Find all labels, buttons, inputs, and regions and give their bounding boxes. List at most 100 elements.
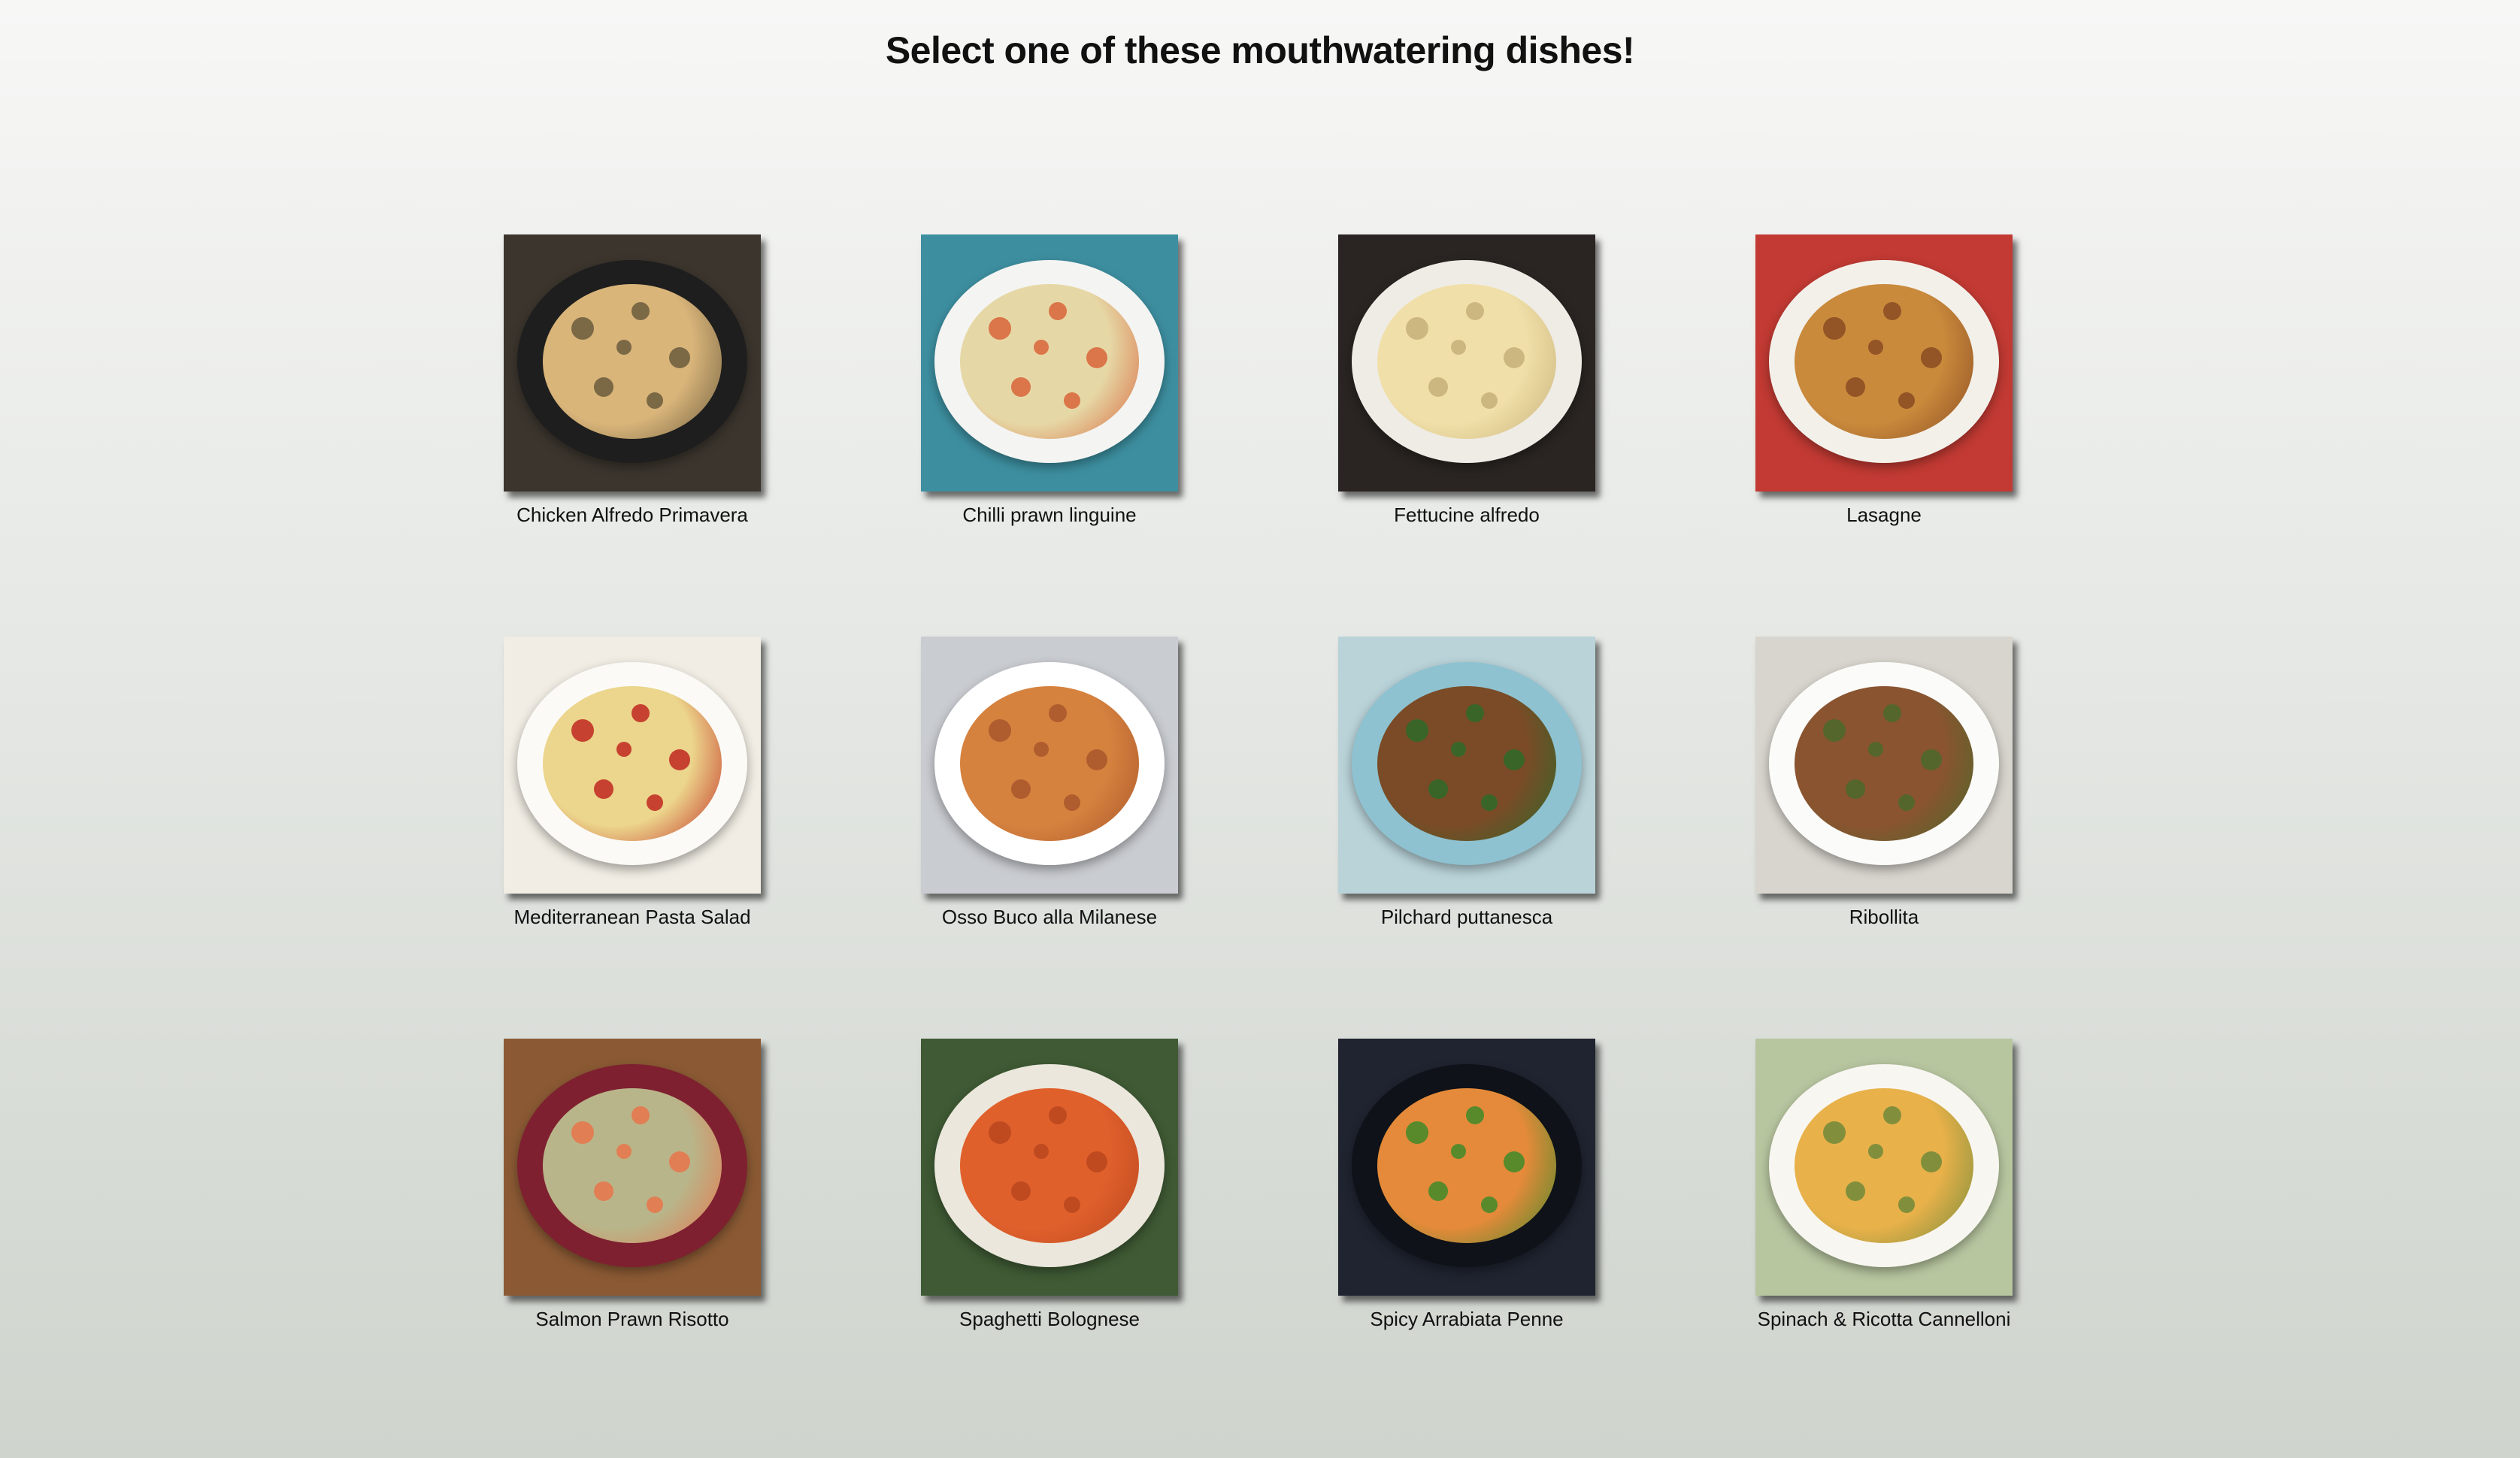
dish-caption[interactable]: Lasagne [1846,502,1922,528]
garnish-shape [1451,340,1466,355]
garnish-shape [1086,749,1107,770]
garnish-shape [1428,377,1448,397]
dish-caption[interactable]: Mediterranean Pasta Salad [513,904,750,930]
garnish-shape [594,377,613,397]
garnish-shape [1406,719,1428,742]
garnish-shape [616,1144,632,1159]
dish-caption[interactable]: Ribollita [1849,904,1919,930]
garnish-shape [594,779,613,799]
dish-card-spinach-ricotta-cannelloni[interactable]: Spinach & Ricotta Cannelloni [1755,1039,2013,1332]
garnish-shape [1034,1144,1049,1159]
pasta-salad-photo[interactable] [504,637,761,894]
garnish-shape [1898,392,1915,409]
page-title: Select one of these mouthwatering dishes… [885,29,1635,71]
garnish-shape [1883,704,1901,722]
garnish-shape [669,1151,690,1172]
garnish-shape [1011,377,1031,397]
garnish-shape [632,704,650,722]
garnish-shape [616,742,632,757]
garnish-shape [1064,392,1080,409]
dish-caption[interactable]: Spaghetti Bolognese [959,1306,1140,1332]
dish-card-chicken-alfredo-primavera[interactable]: Chicken Alfredo Primavera [504,234,761,528]
garnish-shape [632,1106,650,1124]
garnish-shape [1049,302,1067,320]
garnish-shape [989,1121,1011,1144]
garnish-shape [632,302,650,320]
dish-caption[interactable]: Pilchard puttanesca [1381,904,1552,930]
bolognese-plate-photo[interactable] [921,1039,1178,1296]
dish-caption[interactable]: Spinach & Ricotta Cannelloni [1758,1306,2011,1332]
dish-card-spaghetti-bolognese[interactable]: Spaghetti Bolognese [921,1039,1178,1332]
garnish-shape [571,317,594,340]
garnish-shape [1481,794,1498,811]
dish-caption[interactable]: Salmon Prawn Risotto [535,1306,728,1332]
garnish-shape [571,1121,594,1144]
dish-card-salmon-prawn-risotto[interactable]: Salmon Prawn Risotto [504,1039,761,1332]
garnish-shape [1898,794,1915,811]
garnish-shape [1504,1151,1525,1172]
garnish-shape [1451,1144,1466,1159]
dish-card-spicy-arrabiata-penne[interactable]: Spicy Arrabiata Penne [1338,1039,1595,1332]
garnish-shape [1466,302,1484,320]
pasta-plate-photo[interactable] [1338,234,1595,492]
garnish-shape [1064,794,1080,811]
garnish-shape [1846,1181,1865,1201]
risotto-plate-photo[interactable] [504,1039,761,1296]
garnish-shape [1086,1151,1107,1172]
dish-card-mediterranean-pasta-salad[interactable]: Mediterranean Pasta Salad [504,637,761,930]
dish-caption[interactable]: Fettucine alfredo [1394,502,1540,528]
spaghetti-plate-photo[interactable] [1338,637,1595,894]
garnish-shape [1898,1196,1915,1213]
garnish-shape [1049,1106,1067,1124]
dish-card-pilchard-puttanesca[interactable]: Pilchard puttanesca [1338,637,1595,930]
garnish-shape [1823,317,1846,340]
garnish-shape [647,794,663,811]
garnish-shape [1504,749,1525,770]
dish-caption[interactable]: Chilli prawn linguine [962,502,1136,528]
garnish-shape [1846,779,1865,799]
garnish-shape [1011,1181,1031,1201]
garnish-shape [989,719,1011,742]
garnish-shape [1451,742,1466,757]
cannelloni-dish-photo[interactable] [1755,1039,2013,1296]
pasta-pan-photo[interactable] [504,234,761,492]
dish-card-ribollita[interactable]: Ribollita [1755,637,2013,930]
garnish-shape [1428,779,1448,799]
garnish-shape [1428,1181,1448,1201]
garnish-shape [1481,1196,1498,1213]
pasta-bowl-photo[interactable] [921,234,1178,492]
dish-card-chilli-prawn-linguine[interactable]: Chilli prawn linguine [921,234,1178,528]
garnish-shape [1868,742,1883,757]
garnish-shape [669,347,690,368]
dish-caption[interactable]: Chicken Alfredo Primavera [516,502,748,528]
garnish-shape [1883,302,1901,320]
lasagne-dish-photo[interactable] [1755,234,2013,492]
garnish-shape [1883,1106,1901,1124]
garnish-shape [1504,347,1525,368]
penne-pan-photo[interactable] [1338,1039,1595,1296]
dish-card-osso-buco-alla-milanese[interactable]: Osso Buco alla Milanese [921,637,1178,930]
garnish-shape [594,1181,613,1201]
soup-bowl-photo[interactable] [1755,637,2013,894]
garnish-shape [1481,392,1498,409]
garnish-shape [1466,704,1484,722]
garnish-shape [616,340,632,355]
garnish-shape [1868,340,1883,355]
stew-bowl-photo[interactable] [921,637,1178,894]
garnish-shape [1064,1196,1080,1213]
garnish-shape [1034,340,1049,355]
dish-card-fettucine-alfredo[interactable]: Fettucine alfredo [1338,234,1595,528]
dish-caption[interactable]: Spicy Arrabiata Penne [1370,1306,1563,1332]
garnish-shape [1406,317,1428,340]
garnish-shape [1086,347,1107,368]
garnish-shape [1823,719,1846,742]
garnish-shape [1921,347,1942,368]
garnish-shape [1011,779,1031,799]
garnish-shape [1466,1106,1484,1124]
dish-grid: Chicken Alfredo Primavera Chilli prawn l… [504,234,2015,1332]
dish-caption[interactable]: Osso Buco alla Milanese [942,904,1157,930]
garnish-shape [1034,742,1049,757]
garnish-shape [1846,377,1865,397]
dish-card-lasagne[interactable]: Lasagne [1755,234,2013,528]
garnish-shape [669,749,690,770]
